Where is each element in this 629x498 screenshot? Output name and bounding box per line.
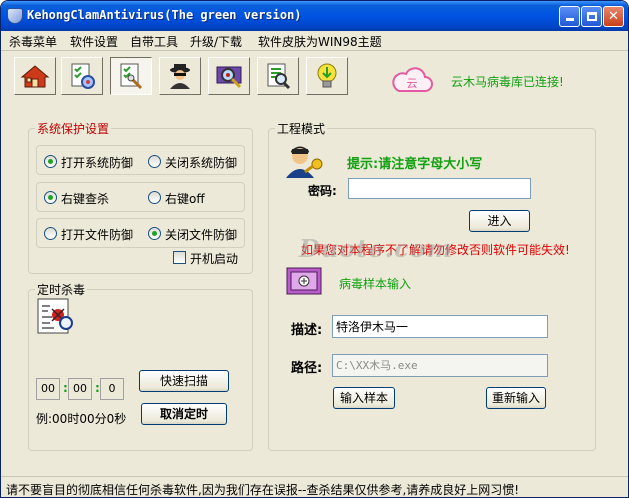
cloud-icon-text: 云 — [407, 77, 418, 90]
reinput-button[interactable]: 重新输入 — [486, 387, 546, 409]
timer-hour-field[interactable]: 00 — [36, 378, 60, 400]
toolbar-update-button[interactable] — [306, 57, 348, 95]
autostart-label: 开机启动 — [190, 252, 239, 266]
safe-box-icon — [286, 267, 322, 295]
file-on-label: 打开文件防御 — [61, 228, 134, 242]
cloud-status: 云木马病毒库已连接! — [451, 75, 564, 89]
maximize-button[interactable] — [581, 6, 602, 27]
radio-rightclick-off[interactable] — [148, 191, 161, 204]
menu-antivirus[interactable]: 杀毒菜单 — [9, 33, 57, 50]
app-window: KehongClamAntivirus(The green version) ✕… — [0, 0, 629, 498]
scheduled-scan-icon — [37, 298, 73, 334]
cloud-icon: 云 — [392, 67, 433, 92]
radio-file-off[interactable] — [148, 227, 161, 240]
minimize-icon — [565, 18, 574, 21]
menu-tools[interactable]: 自带工具 — [130, 33, 178, 50]
path-label: 路径: — [291, 361, 323, 376]
menu-bar: 杀毒菜单 软件设置 自带工具 升级/下载 软件皮肤为WIN98主题 — [1, 31, 628, 51]
autostart-checkbox[interactable] — [173, 251, 186, 264]
update-bulb-icon — [317, 63, 337, 88]
file-off-label: 关闭文件防御 — [165, 228, 238, 242]
description-label: 描述: — [291, 323, 323, 338]
password-label: 密码: — [308, 184, 337, 198]
timer-minute-field[interactable]: 00 — [68, 378, 92, 400]
radio-rightclick-on[interactable] — [44, 191, 57, 204]
radio-system-on[interactable] — [44, 155, 57, 168]
rightclick-off-label: 右键off — [165, 192, 205, 206]
radio-system-off[interactable] — [148, 155, 161, 168]
rightclick-on-label: 右键查杀 — [61, 192, 110, 206]
status-text: 请不要盲目的彻底相信任何杀毒软件,因为我们存在误报--查杀结果仅供参考,请养成良… — [6, 483, 520, 497]
incognito-agent-icon — [170, 64, 190, 89]
enter-button[interactable]: 进入 — [469, 210, 530, 232]
sample-input-label: 病毒样本输入 — [339, 277, 412, 291]
timer-example: 例:00时00分0秒 — [36, 412, 127, 426]
search-doc-icon — [267, 63, 291, 90]
toolbar-virus-scan-button[interactable] — [208, 57, 250, 95]
menu-upgrade[interactable]: 升级/下载 — [190, 33, 242, 50]
watermark: Duote.com — [299, 234, 453, 263]
password-input[interactable] — [348, 178, 531, 199]
toolbar-tools-button[interactable] — [110, 57, 152, 95]
close-icon: ✕ — [608, 9, 619, 24]
description-input[interactable]: 特洛伊木马一 — [332, 315, 548, 338]
virus-scan-icon — [216, 66, 242, 89]
timer-group-title: 定时杀毒 — [35, 281, 88, 298]
minimize-button[interactable] — [559, 6, 580, 27]
title-bar[interactable]: KehongClamAntivirus(The green version) ✕ — [1, 1, 628, 31]
system-off-label: 关闭系统防御 — [165, 156, 238, 170]
home-icon — [20, 65, 50, 88]
menu-settings[interactable]: 软件设置 — [70, 33, 118, 50]
input-sample-button[interactable]: 输入样本 — [333, 387, 395, 409]
quick-scan-button[interactable]: 快速扫描 — [139, 370, 229, 392]
user-key-icon — [286, 146, 323, 178]
cancel-timer-button[interactable]: 取消定时 — [141, 403, 227, 425]
tools-icon — [120, 63, 143, 90]
toolbar-search-doc-button[interactable] — [257, 57, 299, 95]
timer-second-field[interactable]: 0 — [100, 378, 124, 400]
toolbar-agent-button[interactable] — [159, 57, 201, 95]
radio-selected-dot — [48, 159, 53, 164]
shield-app-icon — [7, 8, 23, 24]
close-button[interactable]: ✕ — [603, 6, 624, 27]
scan-file-icon — [71, 63, 95, 89]
maximize-icon — [586, 12, 597, 21]
status-bar: 请不要盲目的彻底相信任何杀毒软件,因为我们存在误报--查杀结果仅供参考,请养成良… — [1, 476, 628, 497]
engineering-hint: 提示:请注意字母大小写 — [347, 157, 483, 172]
radio-file-on[interactable] — [44, 227, 57, 240]
menu-skin[interactable]: 软件皮肤为WIN98主题 — [258, 33, 382, 50]
toolbar-home-button[interactable] — [14, 57, 56, 95]
path-input[interactable]: C:\XX木马.exe — [332, 354, 548, 377]
radio-selected-dot — [48, 195, 53, 200]
toolbar-scan-file-button[interactable] — [61, 57, 103, 95]
radio-selected-dot — [152, 231, 157, 236]
window-title: KehongClamAntivirus(The green version) — [27, 8, 302, 22]
system-on-label: 打开系统防御 — [61, 156, 134, 170]
protection-group-title: 系统保护设置 — [35, 120, 112, 137]
engineering-group-title: 工程模式 — [275, 120, 328, 137]
